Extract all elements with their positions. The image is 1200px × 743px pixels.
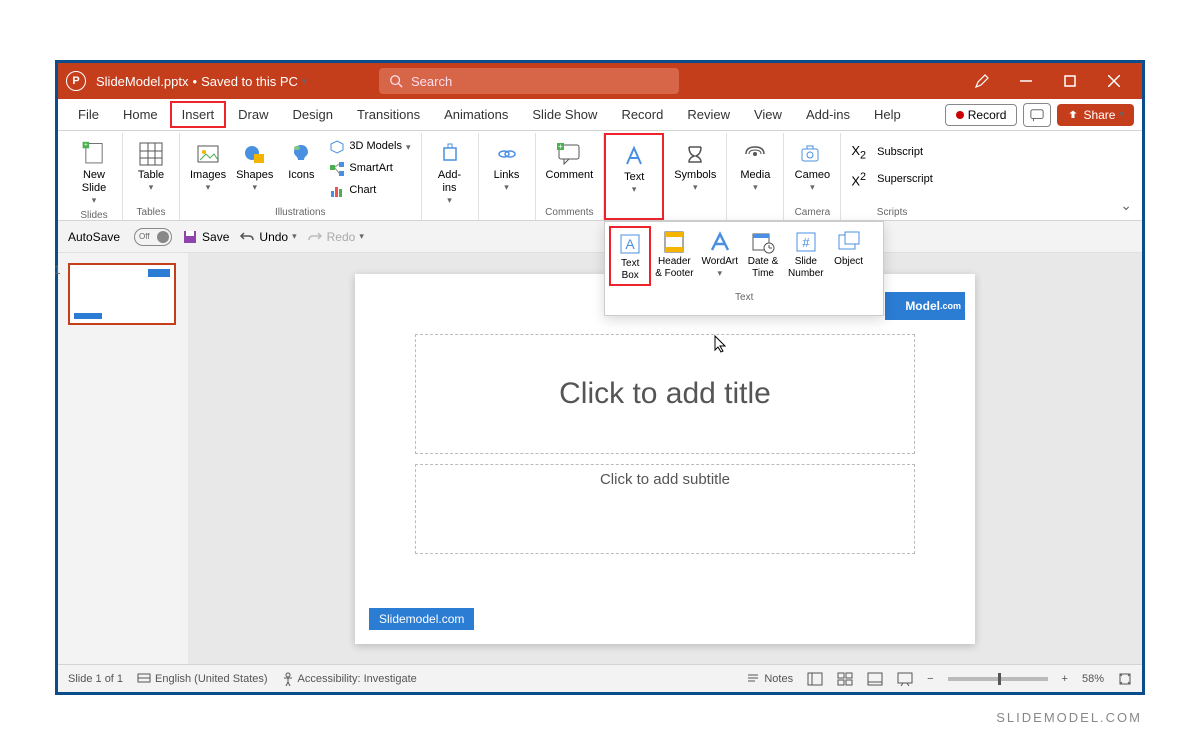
- tab-record[interactable]: Record: [609, 101, 675, 128]
- undo-icon: [239, 230, 255, 244]
- logo-badge: Model.com: [885, 292, 965, 320]
- cameo-button[interactable]: Cameo▾: [790, 137, 834, 195]
- svg-text:#: #: [802, 235, 810, 250]
- footer-tag: Slidemodel.com: [369, 608, 474, 630]
- search-icon: [389, 74, 403, 88]
- minimize-button[interactable]: [1006, 66, 1046, 96]
- share-button[interactable]: Share▾: [1057, 104, 1134, 126]
- wordart-button[interactable]: WordArt▾: [698, 226, 743, 286]
- table-button[interactable]: Table▾: [129, 137, 173, 195]
- addins-button[interactable]: Add- ins▾: [428, 137, 472, 208]
- feedback-button[interactable]: [1023, 103, 1051, 127]
- slide-canvas[interactable]: Model.com Click to add title Click to ad…: [355, 274, 975, 644]
- tab-review[interactable]: Review: [675, 101, 742, 128]
- save-status[interactable]: Saved to this PC: [201, 74, 298, 89]
- language-status[interactable]: English (United States): [137, 673, 268, 685]
- symbols-button[interactable]: Symbols▾: [670, 137, 720, 195]
- zoom-level[interactable]: 58%: [1082, 673, 1104, 685]
- media-button[interactable]: Media▾: [733, 137, 777, 195]
- textbox-button[interactable]: AText Box: [609, 226, 651, 286]
- tab-home[interactable]: Home: [111, 101, 170, 128]
- thumbnail-number: 1: [54, 263, 61, 277]
- new-slide-button[interactable]: + New Slide▾: [72, 137, 116, 208]
- tab-insert[interactable]: Insert: [170, 101, 227, 128]
- 3dmodels-button[interactable]: 3D Models ▾: [325, 137, 414, 157]
- collapse-ribbon-button[interactable]: ⌄: [1120, 197, 1132, 214]
- thumbnail-panel: 1: [58, 253, 188, 664]
- tab-file[interactable]: File: [66, 101, 111, 128]
- record-button[interactable]: Record: [945, 104, 1018, 126]
- app-window: P SlideModel.pptx • Saved to this PC ▾ S…: [55, 60, 1145, 695]
- zoom-in-button[interactable]: +: [1062, 673, 1068, 685]
- autosave-label: AutoSave: [68, 230, 120, 244]
- save-icon: [182, 229, 198, 245]
- subscript-button[interactable]: X2 Subscript: [847, 141, 936, 165]
- undo-button[interactable]: Undo▾: [239, 230, 296, 244]
- autosave-toggle[interactable]: Off: [134, 228, 172, 246]
- shapes-button[interactable]: Shapes▾: [232, 137, 277, 195]
- redo-icon: [307, 230, 323, 244]
- tab-design[interactable]: Design: [281, 101, 345, 128]
- reading-view-button[interactable]: [867, 672, 883, 686]
- sorter-view-button[interactable]: [837, 672, 853, 686]
- smartart-button[interactable]: SmartArt: [325, 159, 414, 179]
- close-button[interactable]: [1094, 66, 1134, 96]
- filename[interactable]: SlideModel.pptx: [96, 74, 189, 89]
- status-bar: Slide 1 of 1 English (United States) Acc…: [58, 664, 1142, 692]
- workspace: 1 Model.com Click to add title Click to …: [58, 253, 1142, 664]
- svg-text:+: +: [559, 142, 564, 151]
- slideshow-view-button[interactable]: [897, 672, 913, 686]
- slide-count[interactable]: Slide 1 of 1: [68, 673, 123, 685]
- cursor-icon: [713, 334, 729, 354]
- tab-animations[interactable]: Animations: [432, 101, 520, 128]
- chart-button[interactable]: Chart: [325, 181, 414, 201]
- chevron-down-icon[interactable]: ▾: [302, 76, 307, 87]
- ribbon: + New Slide▾ Slides Table▾ Tables Images…: [58, 131, 1142, 221]
- redo-button[interactable]: Redo▾: [307, 230, 364, 244]
- notes-button[interactable]: Notes: [746, 673, 793, 685]
- svg-text:+: +: [84, 142, 88, 149]
- tab-addins[interactable]: Add-ins: [794, 101, 862, 128]
- text-button[interactable]: Text▾: [612, 139, 656, 197]
- comment-button[interactable]: +Comment: [542, 137, 598, 184]
- watermark: SLIDEMODEL.COM: [996, 710, 1142, 725]
- tab-transitions[interactable]: Transitions: [345, 101, 432, 128]
- slide-number-button[interactable]: #Slide Number: [784, 226, 828, 286]
- ribbon-tabs: File Home Insert Draw Design Transitions…: [58, 99, 1142, 131]
- normal-view-button[interactable]: [807, 672, 823, 686]
- links-button[interactable]: Links▾: [485, 137, 529, 195]
- save-button[interactable]: Save: [182, 229, 229, 245]
- svg-text:A: A: [626, 236, 636, 252]
- slide-thumbnail[interactable]: [68, 263, 176, 325]
- icons-button[interactable]: Icons: [279, 137, 323, 184]
- tab-help[interactable]: Help: [862, 101, 913, 128]
- superscript-button[interactable]: X2 Superscript: [847, 169, 936, 191]
- header-footer-button[interactable]: Header & Footer: [651, 226, 697, 286]
- tab-slideshow[interactable]: Slide Show: [520, 101, 609, 128]
- text-dropdown: AText Box Header & Footer WordArt▾ Date …: [604, 221, 884, 316]
- datetime-button[interactable]: Date & Time: [742, 226, 784, 286]
- object-button[interactable]: Object: [828, 226, 870, 286]
- share-icon: [1067, 109, 1079, 121]
- fit-button[interactable]: [1118, 672, 1132, 686]
- quick-access-toolbar: AutoSave Off Save Undo▾ Redo▾: [58, 221, 1142, 253]
- search-input[interactable]: Search: [379, 68, 679, 94]
- powerpoint-icon: P: [66, 71, 86, 91]
- images-button[interactable]: Images▾: [186, 137, 230, 195]
- zoom-out-button[interactable]: −: [927, 673, 933, 685]
- record-dot-icon: [956, 111, 964, 119]
- pencil-icon[interactable]: [962, 66, 1002, 96]
- tab-view[interactable]: View: [742, 101, 794, 128]
- accessibility-status[interactable]: Accessibility: Investigate: [282, 672, 417, 686]
- maximize-button[interactable]: [1050, 66, 1090, 96]
- title-bar: P SlideModel.pptx • Saved to this PC ▾ S…: [58, 63, 1142, 99]
- tab-draw[interactable]: Draw: [226, 101, 280, 128]
- title-placeholder[interactable]: Click to add title: [415, 334, 915, 454]
- subtitle-placeholder[interactable]: Click to add subtitle: [415, 464, 915, 554]
- zoom-slider[interactable]: [948, 677, 1048, 681]
